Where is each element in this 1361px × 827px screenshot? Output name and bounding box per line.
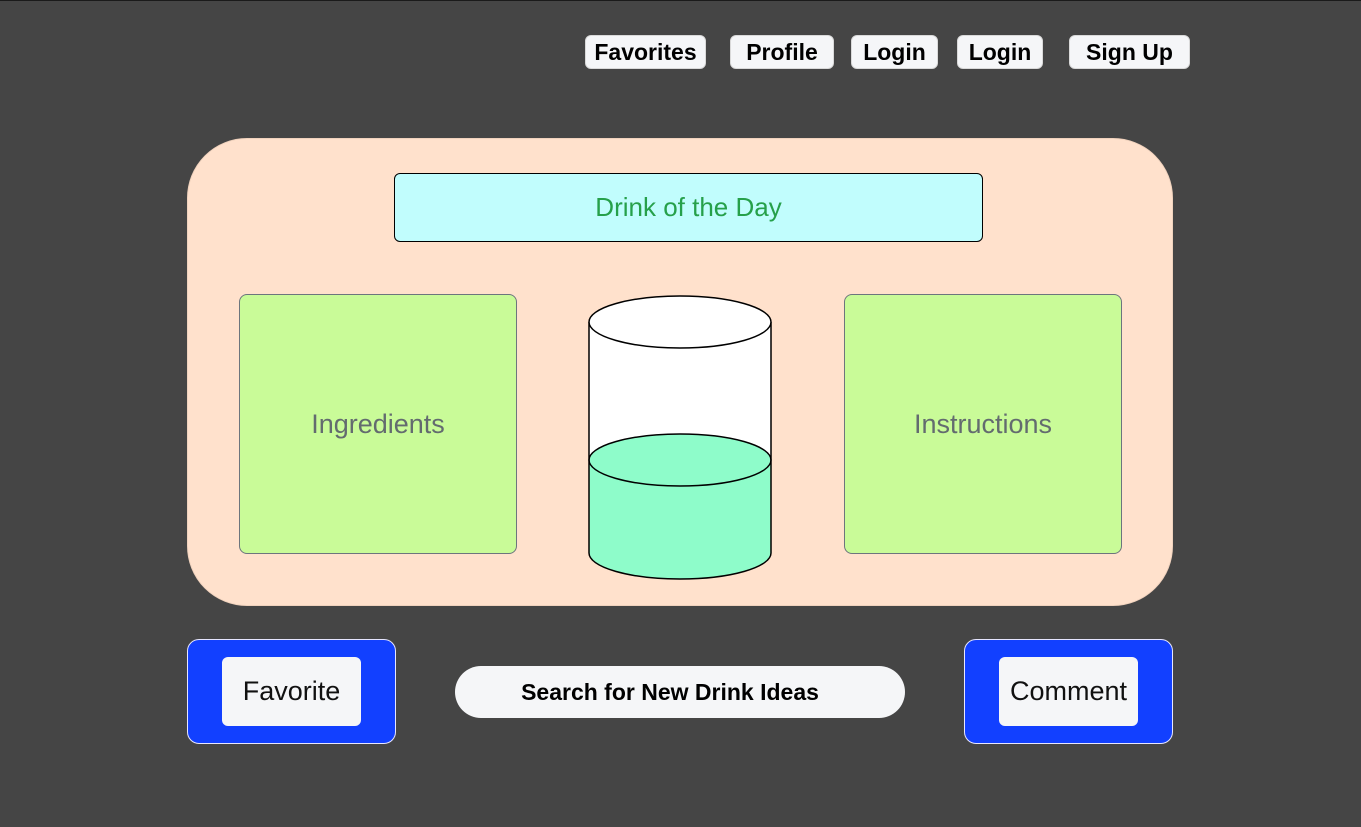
favorite-button[interactable]: Favorite [222, 657, 361, 726]
search-drinks-button[interactable]: Search for New Drink Ideas [455, 666, 905, 718]
nav-profile-button[interactable]: Profile [730, 35, 834, 69]
favorite-frame: Favorite [187, 639, 396, 744]
instructions-box[interactable]: Instructions [844, 294, 1122, 554]
drink-of-the-day-title: Drink of the Day [394, 173, 983, 242]
nav-signup-button[interactable]: Sign Up [1069, 35, 1190, 69]
nav-login-button[interactable]: Login [851, 35, 938, 69]
instructions-label: Instructions [913, 408, 1053, 439]
glass-icon [587, 292, 773, 582]
nav-login-button-2[interactable]: Login [957, 35, 1043, 69]
comment-frame: Comment [964, 639, 1173, 744]
comment-button[interactable]: Comment [999, 657, 1138, 726]
nav-favorites-button[interactable]: Favorites [585, 35, 706, 69]
ingredients-label: Ingredients [311, 408, 445, 439]
ingredients-box[interactable]: Ingredients [239, 294, 517, 554]
top-border [0, 0, 1361, 1]
